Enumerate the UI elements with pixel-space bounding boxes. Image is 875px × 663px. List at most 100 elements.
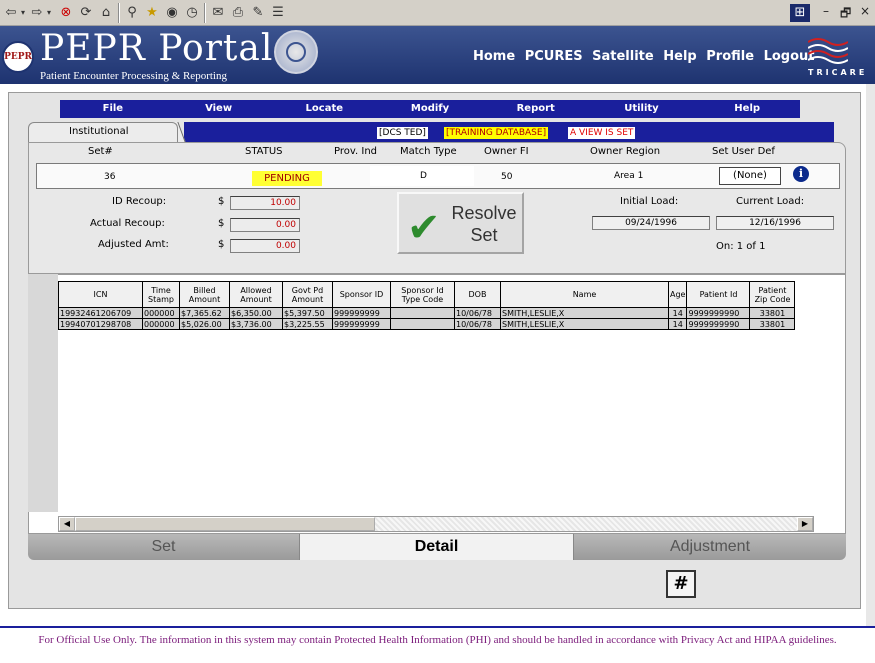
footer-disclaimer: For Official Use Only. The information i… bbox=[38, 634, 837, 646]
set-user-def-field[interactable]: (None) bbox=[719, 167, 781, 185]
tab-set[interactable]: Set bbox=[28, 534, 299, 560]
nav-help-link[interactable]: Help bbox=[663, 49, 696, 64]
col-header[interactable]: Patient Zip Code bbox=[749, 281, 796, 308]
back-dropdown-icon[interactable]: ▾ bbox=[18, 4, 28, 22]
scroll-right-icon[interactable]: ▶ bbox=[797, 517, 813, 531]
current-load-field: 12/16/1996 bbox=[716, 216, 834, 230]
menu-help[interactable]: Help bbox=[694, 100, 800, 118]
nav-home-link[interactable]: Home bbox=[473, 49, 515, 64]
currency-label: $ bbox=[218, 196, 225, 207]
scroll-left-icon[interactable]: ◀ bbox=[59, 517, 75, 531]
header-match-type: Match Type bbox=[400, 146, 457, 157]
back-icon[interactable]: ⇦ bbox=[4, 4, 18, 22]
edit-icon[interactable]: ✎ bbox=[250, 4, 266, 22]
nav-satellite-link[interactable]: Satellite bbox=[592, 49, 654, 64]
pepr-logo-badge: PEPR bbox=[2, 41, 34, 73]
col-header[interactable]: Name bbox=[500, 281, 669, 308]
resolve-label-line1: Resolve bbox=[451, 203, 517, 223]
hash-button[interactable]: # bbox=[666, 570, 696, 598]
mail-icon[interactable]: ✉ bbox=[210, 4, 226, 22]
resolve-label-line2: Set bbox=[470, 225, 498, 245]
owner-fi-value: 50 bbox=[501, 172, 513, 182]
table-cell: 33801 bbox=[749, 307, 796, 319]
minimize-icon[interactable]: – bbox=[823, 4, 829, 18]
col-header[interactable]: Govt Pd Amount bbox=[282, 281, 333, 308]
info-icon[interactable]: i bbox=[793, 166, 809, 182]
tricare-logo-text: TRICARE bbox=[808, 68, 868, 77]
stop-icon[interactable]: ⊗ bbox=[58, 4, 74, 22]
initial-load-label: Initial Load: bbox=[620, 196, 679, 207]
nav-pcures-link[interactable]: PCURES bbox=[525, 49, 583, 64]
id-recoup-field[interactable]: 10.00 bbox=[230, 196, 300, 210]
header-owner-fi: Owner FI bbox=[484, 146, 529, 157]
status-badge: PENDING bbox=[252, 171, 322, 186]
header-set-user-def: Set User Def bbox=[712, 146, 775, 157]
menu-view[interactable]: View bbox=[166, 100, 272, 118]
forward-icon[interactable]: ⇨ bbox=[30, 4, 44, 22]
history-icon[interactable]: ◷ bbox=[184, 4, 200, 22]
menu-file[interactable]: File bbox=[60, 100, 166, 118]
table-cell: $5,397.50 bbox=[282, 307, 333, 319]
initial-load-field: 09/24/1996 bbox=[592, 216, 710, 230]
horizontal-scrollbar[interactable]: ◀ ▶ bbox=[58, 516, 814, 532]
currency-label: $ bbox=[218, 218, 225, 229]
restore-icon[interactable]: 🗗 bbox=[840, 4, 851, 25]
resolve-set-button[interactable]: ✔ Resolve Set bbox=[397, 192, 524, 254]
nav-logout-link[interactable]: Logout bbox=[764, 49, 815, 64]
col-header[interactable]: Sponsor ID bbox=[332, 281, 391, 308]
menu-locate[interactable]: Locate bbox=[271, 100, 377, 118]
col-header[interactable]: Sponsor Id Type Code bbox=[390, 281, 455, 308]
match-type-value: D bbox=[420, 171, 427, 181]
tab-detail[interactable]: Detail bbox=[299, 534, 574, 560]
col-header[interactable]: Billed Amount bbox=[179, 281, 230, 308]
toolbar-separator bbox=[204, 3, 206, 23]
tab-institutional[interactable]: Institutional bbox=[28, 122, 178, 142]
adjusted-amt-field[interactable]: 0.00 bbox=[230, 239, 300, 253]
table-row[interactable]: 19940701298708 000000 $5,026.00 $3,736.0… bbox=[58, 318, 796, 330]
currency-label: $ bbox=[218, 239, 225, 250]
favorites-icon[interactable]: ★ bbox=[144, 4, 160, 22]
table-cell: $3,225.55 bbox=[282, 318, 333, 330]
forward-dropdown-icon[interactable]: ▾ bbox=[44, 4, 54, 22]
col-header[interactable]: Age bbox=[667, 281, 688, 308]
col-header[interactable]: DOB bbox=[454, 281, 501, 308]
checkmark-icon: ✔ bbox=[407, 205, 441, 251]
table-cell: $5,026.00 bbox=[179, 318, 230, 330]
discuss-icon[interactable]: ☰ bbox=[270, 4, 286, 22]
windows-logo-icon: ⊞ bbox=[790, 4, 810, 22]
table-cell: 000000 bbox=[142, 307, 180, 319]
scroll-thumb[interactable] bbox=[75, 517, 375, 531]
footer-divider bbox=[0, 626, 875, 628]
table-cell: SMITH,LESLIE,X bbox=[500, 318, 669, 330]
nav-profile-link[interactable]: Profile bbox=[706, 49, 754, 64]
current-load-label: Current Load: bbox=[736, 196, 805, 207]
menu-modify[interactable]: Modify bbox=[377, 100, 483, 118]
tab-adjustment[interactable]: Adjustment bbox=[574, 534, 846, 560]
menu-utility[interactable]: Utility bbox=[589, 100, 695, 118]
col-header[interactable]: Allowed Amount bbox=[229, 281, 283, 308]
actual-recoup-field[interactable]: 0.00 bbox=[230, 218, 300, 232]
refresh-icon[interactable]: ⟳ bbox=[78, 4, 94, 22]
portal-title: PEPR Portal bbox=[40, 28, 274, 69]
home-icon[interactable]: ⌂ bbox=[98, 4, 114, 22]
col-header[interactable]: Time Stamp bbox=[142, 281, 180, 308]
tricare-flag-icon bbox=[808, 38, 848, 64]
table-cell: 14 bbox=[667, 307, 688, 319]
close-icon[interactable]: × bbox=[860, 4, 870, 18]
page-scrollbar[interactable] bbox=[866, 84, 875, 626]
table-row[interactable]: 19932461206709 000000 $7,365.62 $6,350.0… bbox=[58, 307, 796, 319]
table-cell: 19932461206709 bbox=[58, 307, 143, 319]
toolbar-separator bbox=[118, 3, 120, 23]
table-cell bbox=[390, 318, 455, 330]
table-cell: 999999999 bbox=[332, 318, 391, 330]
col-header[interactable]: Patient Id bbox=[686, 281, 751, 308]
actual-recoup-label: Actual Recoup: bbox=[90, 218, 165, 229]
col-header[interactable]: ICN bbox=[58, 281, 143, 308]
dcs-ted-banner: [DCS TED] bbox=[377, 127, 428, 139]
menu-report[interactable]: Report bbox=[483, 100, 589, 118]
portal-subtitle: Patient Encounter Processing & Reporting bbox=[40, 70, 227, 82]
print-icon[interactable]: ⎙ bbox=[230, 4, 246, 22]
media-icon[interactable]: ◉ bbox=[164, 4, 180, 22]
search-icon[interactable]: ⚲ bbox=[124, 4, 140, 22]
owner-region-value: Area 1 bbox=[614, 171, 644, 181]
